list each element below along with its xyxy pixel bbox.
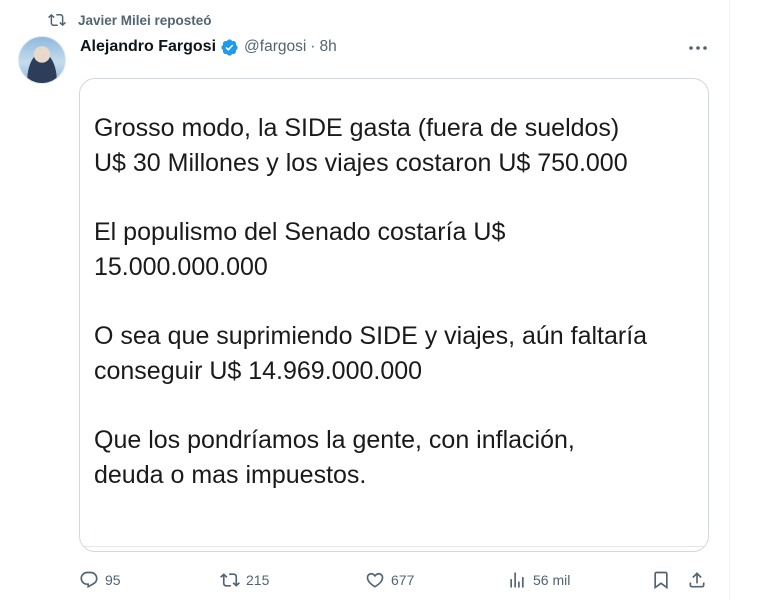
card-bottom-divider (80, 546, 708, 551)
avatar[interactable] (18, 36, 66, 84)
author-name[interactable]: Alejandro Fargosi (80, 38, 216, 56)
repost-label: Javier Milei reposteó (78, 12, 212, 28)
author-handle[interactable]: @fargosi (244, 38, 306, 56)
post-paragraph: Grosso modo, la SIDE gasta (fuera de sue… (94, 114, 628, 177)
repost-icon (220, 573, 240, 587)
bookmark-icon[interactable] (651, 570, 671, 590)
post-paragraph: Que los pondríamos la gente, con inflaci… (94, 426, 575, 489)
verified-badge-icon[interactable] (220, 38, 239, 57)
post-timestamp[interactable]: 8h (319, 38, 336, 56)
post-header: Alejandro Fargosi @fargosi · 8h (80, 36, 337, 58)
repost-indicator[interactable]: Javier Milei reposteó (48, 10, 212, 30)
post-text: Grosso modo, la SIDE gasta (fuera de sue… (94, 111, 704, 527)
post-image-card[interactable]: Grosso modo, la SIDE gasta (fuera de sue… (79, 78, 709, 552)
repost-button[interactable]: 215 (220, 566, 269, 594)
analytics-icon (510, 572, 524, 588)
like-count: 677 (391, 572, 415, 588)
like-button[interactable]: 677 (365, 566, 414, 594)
more-options-icon[interactable] (686, 38, 710, 58)
repost-count: 215 (246, 572, 270, 588)
views-count: 56 mil (533, 572, 571, 588)
repost-icon (48, 13, 66, 27)
heart-icon (366, 572, 384, 588)
action-bar: 95 215 677 56 mil (79, 566, 719, 594)
reply-count: 95 (105, 572, 121, 588)
column-divider (729, 0, 730, 600)
views-button[interactable]: 56 mil (507, 566, 570, 594)
post-paragraph: El populismo del Senado costaría U$ 15.0… (94, 218, 506, 281)
share-icon[interactable] (687, 570, 707, 590)
separator-dot: · (310, 38, 316, 55)
reply-icon (80, 571, 98, 589)
reply-button[interactable]: 95 (79, 566, 121, 594)
post-paragraph: O sea que suprimiendo SIDE y viajes, aún… (94, 322, 648, 385)
